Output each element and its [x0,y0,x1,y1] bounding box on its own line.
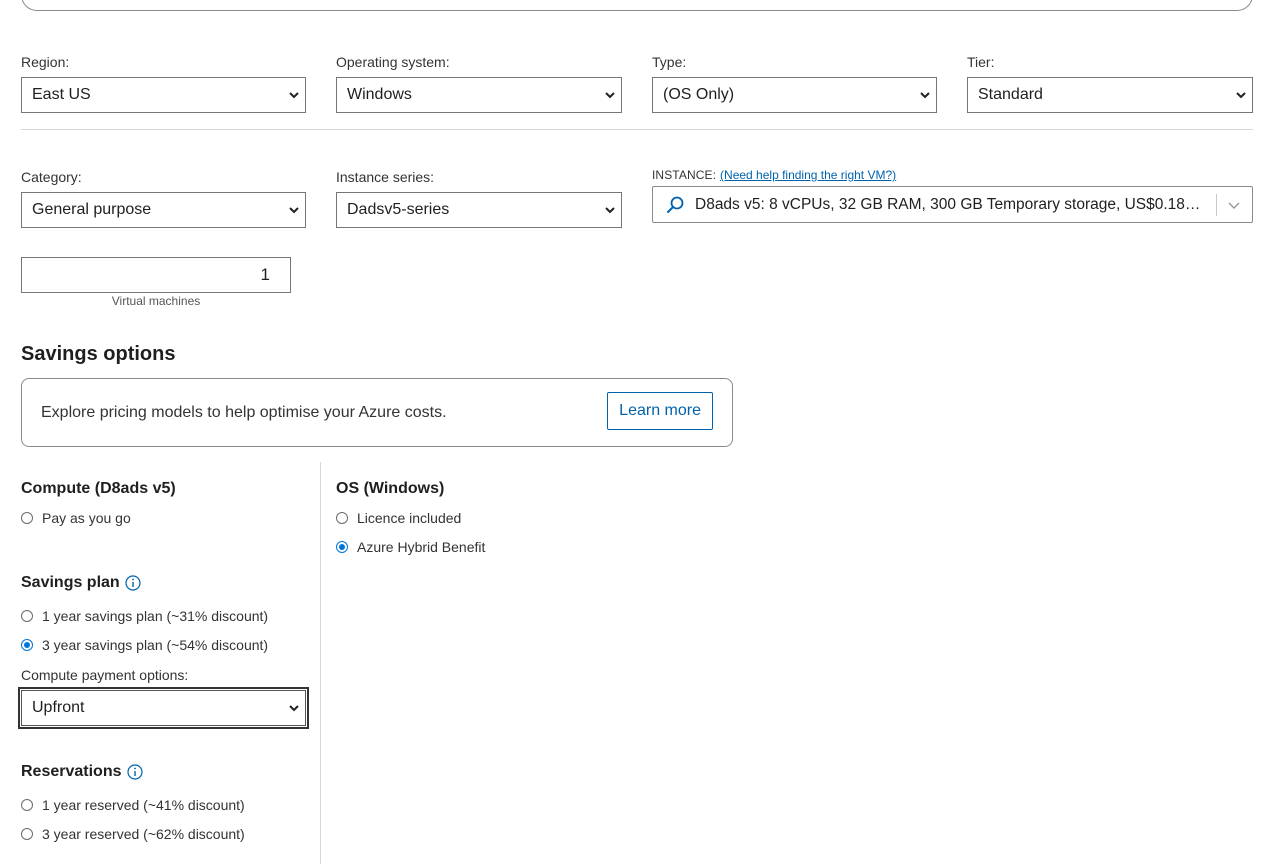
info-icon[interactable] [125,575,141,591]
hybrid-benefit-radio[interactable] [336,541,348,553]
savings-options-title: Savings options [21,343,176,365]
chevron-down-icon [605,207,615,214]
savings-plan-1y-radio[interactable] [21,610,33,622]
savings-plan-1y-option[interactable]: 1 year savings plan (~31% discount) [21,608,268,624]
type-select[interactable]: (OS Only) [652,77,937,113]
series-label: Instance series: [336,169,435,185]
category-label: Category: [21,169,82,185]
payment-options-label: Compute payment options: [21,667,189,683]
tier-value: Standard [978,86,1043,103]
os-section-title: OS (Windows) [336,480,445,497]
series-value: Dadsv5-series [347,201,450,218]
savings-plan-3y-option[interactable]: 3 year savings plan (~54% discount) [21,637,268,653]
chevron-down-icon [289,92,299,99]
hybrid-benefit-option[interactable]: Azure Hybrid Benefit [336,539,485,555]
payg-option[interactable]: Pay as you go [21,510,131,526]
payg-label: Pay as you go [42,510,131,526]
chevron-down-icon [1236,92,1246,99]
os-value: Windows [347,86,412,103]
category-value: General purpose [32,201,152,218]
os-label: Operating system: [336,54,450,70]
series-select[interactable]: Dadsv5-series [336,192,622,228]
previous-section-frame [21,0,1253,11]
vm-help-link[interactable]: (Need help finding the right VM?) [720,168,896,182]
savings-plan-title: Savings plan [21,574,120,591]
payg-radio[interactable] [21,512,33,524]
reserved-3y-radio[interactable] [21,828,33,840]
chevron-down-icon [289,207,299,214]
region-value: East US [32,86,91,103]
instance-label-row: INSTANCE: (Need help finding the right V… [652,168,896,182]
savings-plan-3y-radio[interactable] [21,639,33,651]
vm-count-caption: Virtual machines [111,294,201,308]
reserved-1y-label: 1 year reserved (~41% discount) [42,797,245,813]
licence-included-label: Licence included [357,510,462,526]
payment-options-select[interactable]: Upfront [18,687,309,729]
instance-value: D8ads v5: 8 vCPUs, 32 GB RAM, 300 GB Tem… [695,195,1202,213]
instance-label: INSTANCE: [652,168,717,182]
reserved-3y-label: 3 year reserved (~62% discount) [42,826,245,842]
chevron-down-icon[interactable] [1225,196,1243,214]
reservations-heading: Reservations [21,763,143,781]
reserved-1y-radio[interactable] [21,799,33,811]
compute-title: Compute (D8ads v5) [21,480,176,497]
savings-plan-1y-label: 1 year savings plan (~31% discount) [42,608,269,624]
reserved-3y-option[interactable]: 3 year reserved (~62% discount) [21,826,245,842]
info-icon[interactable] [126,764,143,780]
vm-count-value: 1 [260,265,270,284]
savings-plan-3y-label: 3 year savings plan (~54% discount) [42,637,269,653]
reserved-1y-option[interactable]: 1 year reserved (~41% discount) [21,797,245,813]
chevron-down-icon [920,92,930,99]
savings-banner: Explore pricing models to help optimise … [21,378,733,447]
column-divider [320,462,321,864]
vm-count-input[interactable]: 1 [21,257,291,293]
instance-combobox[interactable]: D8ads v5: 8 vCPUs, 32 GB RAM, 300 GB Tem… [652,186,1253,223]
licence-included-radio[interactable] [336,512,348,524]
search-icon [667,196,684,213]
type-value: (OS Only) [663,86,735,103]
tier-label: Tier: [967,54,995,70]
type-label: Type: [652,54,687,70]
chevron-down-icon [289,705,299,712]
payment-options-value: Upfront [32,699,85,716]
region-select[interactable]: East US [21,77,306,113]
hybrid-benefit-label: Azure Hybrid Benefit [357,539,486,555]
chevron-down-icon [605,92,615,99]
os-select[interactable]: Windows [336,77,622,113]
reservations-title: Reservations [21,763,122,780]
combo-separator [1216,193,1217,216]
licence-included-option[interactable]: Licence included [336,510,461,526]
tier-select[interactable]: Standard [967,77,1253,113]
savings-banner-text: Explore pricing models to help optimise … [41,403,447,421]
category-select[interactable]: General purpose [21,192,306,228]
region-label: Region: [21,54,70,70]
section-divider [21,129,1253,130]
learn-more-button[interactable]: Learn more [607,392,713,430]
savings-plan-heading: Savings plan [21,574,141,592]
